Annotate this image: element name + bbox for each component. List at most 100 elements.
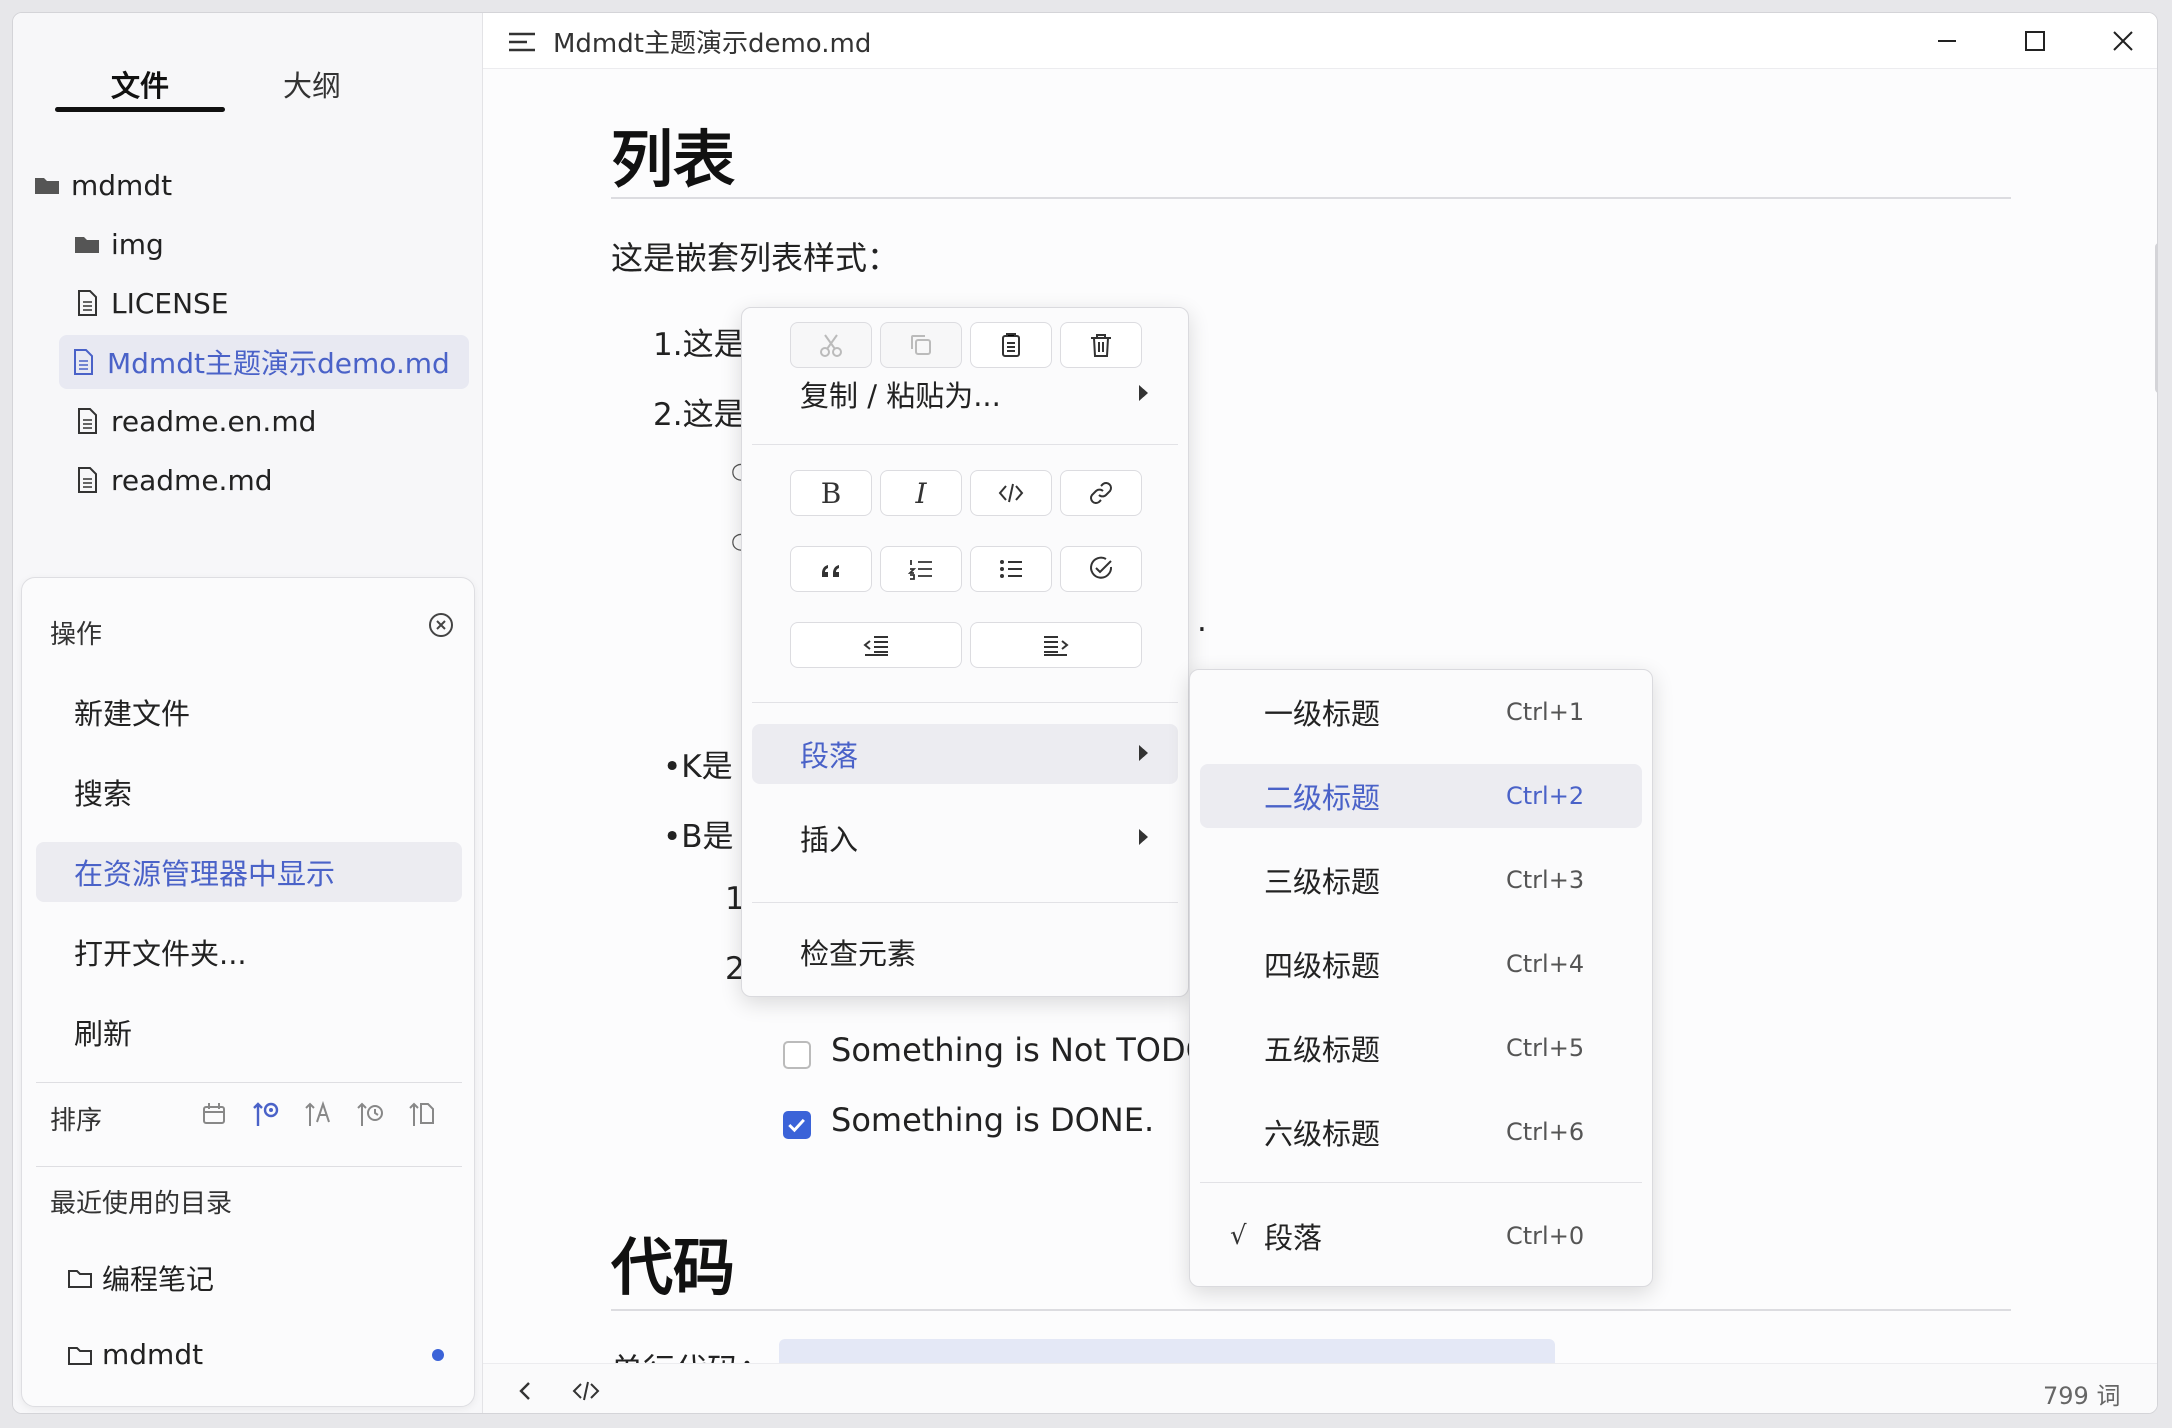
- chevron-right-icon: [1139, 385, 1148, 401]
- paragraph-item[interactable]: √ 段落 Ctrl+0: [1200, 1204, 1642, 1268]
- divider: [1200, 1182, 1642, 1183]
- paste-icon[interactable]: [970, 322, 1052, 368]
- tree-folder-mdmdt[interactable]: mdmdt: [23, 158, 172, 212]
- shortcut: Ctrl+6: [1506, 1118, 1585, 1146]
- folder-icon: [66, 1264, 94, 1292]
- tree-item-label: readme.md: [111, 463, 273, 497]
- status-bar: 799 词: [483, 1363, 2157, 1413]
- sort-name-icon[interactable]: [250, 1098, 282, 1130]
- list-item-tail: .: [1197, 603, 1207, 639]
- tab-outline[interactable]: 大纲: [227, 63, 397, 105]
- outdent-icon[interactable]: [790, 622, 962, 668]
- indent-icon[interactable]: [970, 622, 1142, 668]
- title-bar: Mdmdt主题演示demo.md: [483, 13, 2157, 69]
- new-file-button[interactable]: 新建文件: [36, 682, 462, 742]
- window-title: Mdmdt主题演示demo.md: [553, 29, 872, 59]
- heading-1-item[interactable]: 一级标题 Ctrl+1: [1200, 680, 1642, 744]
- menu-label: 六级标题: [1264, 1117, 1381, 1151]
- recent-label: 最近使用的目录: [50, 1189, 233, 1219]
- link-icon[interactable]: [1060, 470, 1142, 516]
- close-circle-icon[interactable]: [426, 610, 456, 640]
- shortcut: Ctrl+1: [1506, 698, 1585, 726]
- refresh-button[interactable]: 刷新: [36, 1002, 462, 1062]
- file-icon: [73, 289, 101, 317]
- todo-checkbox[interactable]: [783, 1041, 811, 1069]
- menu-icon[interactable]: [507, 29, 537, 55]
- tree-item-label: mdmdt: [71, 168, 173, 202]
- shortcut: Ctrl+2: [1506, 782, 1585, 810]
- current-indicator: [432, 1349, 444, 1361]
- scrollbar-thumb[interactable]: [2155, 243, 2157, 393]
- word-count: 799 词: [2043, 1382, 2121, 1410]
- italic-button[interactable]: I: [880, 470, 962, 516]
- maximize-icon[interactable]: [2015, 21, 2055, 61]
- recent-dir-item[interactable]: mdmdt: [66, 1338, 203, 1371]
- context-menu: 复制 / 粘贴为... B I 段落 插入 检查元素: [741, 307, 1189, 997]
- file-icon: [73, 407, 101, 435]
- sort-label: 排序: [50, 1106, 103, 1136]
- divider: [752, 902, 1178, 903]
- shortcut: Ctrl+3: [1506, 866, 1585, 894]
- copy-paste-as-item[interactable]: 复制 / 粘贴为...: [752, 364, 1178, 424]
- quote-icon[interactable]: [790, 546, 872, 592]
- recent-dir-label: 编程笔记: [102, 1263, 215, 1296]
- tab-files[interactable]: 文件: [55, 63, 225, 105]
- code-icon[interactable]: [569, 1374, 603, 1408]
- paragraph: 单行代码：: [611, 1345, 771, 1363]
- list-item: •K是: [663, 749, 733, 785]
- menu-label: 三级标题: [1264, 865, 1381, 899]
- task-icon[interactable]: [1060, 546, 1142, 592]
- tree-file-readme-en[interactable]: readme.en.md: [63, 394, 316, 448]
- divider: [36, 1166, 462, 1167]
- code-icon[interactable]: [970, 470, 1052, 516]
- heading-5-item[interactable]: 五级标题 Ctrl+5: [1200, 1016, 1642, 1080]
- tree-folder-img[interactable]: img: [63, 217, 164, 271]
- shortcut: Ctrl+0: [1506, 1222, 1585, 1250]
- file-icon: [69, 348, 97, 376]
- tab-underline: [55, 107, 225, 112]
- divider: [36, 1082, 462, 1083]
- tree-item-label: img: [111, 227, 164, 261]
- tree-file-demo[interactable]: Mdmdt主题演示demo.md: [59, 335, 469, 389]
- sort-time-icon[interactable]: [354, 1098, 386, 1130]
- chevron-left-icon[interactable]: [509, 1374, 543, 1408]
- heading-2-item[interactable]: 二级标题 Ctrl+2: [1200, 764, 1642, 828]
- paragraph-item[interactable]: 段落: [752, 724, 1178, 784]
- menu-label: 段落: [800, 739, 859, 773]
- heading-code: 代码: [611, 1231, 736, 1304]
- heading-6-item[interactable]: 六级标题 Ctrl+6: [1200, 1100, 1642, 1164]
- cut-icon[interactable]: [790, 322, 872, 368]
- open-folder-button[interactable]: 打开文件夹...: [36, 922, 462, 982]
- recent-dir-item[interactable]: 编程笔记: [66, 1258, 214, 1298]
- bold-button[interactable]: B: [790, 470, 872, 516]
- menu-label: 一级标题: [1264, 697, 1381, 731]
- heading-4-item[interactable]: 四级标题 Ctrl+4: [1200, 932, 1642, 996]
- tree-file-readme[interactable]: readme.md: [63, 453, 273, 507]
- inspect-element-item[interactable]: 检查元素: [752, 922, 1178, 982]
- menu-label: 段落: [1264, 1221, 1323, 1255]
- divider: [752, 702, 1178, 703]
- minimize-icon[interactable]: [1927, 21, 1967, 61]
- list-item: •B是: [663, 819, 734, 855]
- heading-3-item[interactable]: 三级标题 Ctrl+3: [1200, 848, 1642, 912]
- sort-size-icon[interactable]: [406, 1098, 438, 1130]
- menu-label: 复制 / 粘贴为...: [800, 379, 1001, 413]
- insert-item[interactable]: 插入: [752, 808, 1178, 868]
- sort-alpha-icon[interactable]: [302, 1098, 334, 1130]
- app-window: 文件 大纲 mdmdt img LICENSE Mdmdt主题演示demo.md…: [12, 12, 2158, 1414]
- close-icon[interactable]: [2103, 21, 2143, 61]
- sort-type-icon[interactable]: [198, 1098, 230, 1130]
- tree-item-label: readme.en.md: [111, 404, 317, 438]
- delete-icon[interactable]: [1060, 322, 1142, 368]
- show-in-explorer-button[interactable]: 在资源管理器中显示: [36, 842, 462, 902]
- ordered-list-icon[interactable]: [880, 546, 962, 592]
- todo-checkbox-checked[interactable]: [783, 1111, 811, 1139]
- search-button[interactable]: 搜索: [36, 762, 462, 822]
- menu-label: 五级标题: [1264, 1033, 1381, 1067]
- chevron-right-icon: [1139, 829, 1148, 845]
- copy-icon[interactable]: [880, 322, 962, 368]
- unordered-list-icon[interactable]: [970, 546, 1052, 592]
- tree-file-license[interactable]: LICENSE: [63, 276, 229, 330]
- heading-rule: [611, 1309, 2011, 1311]
- check-mark: √: [1230, 1221, 1247, 1251]
